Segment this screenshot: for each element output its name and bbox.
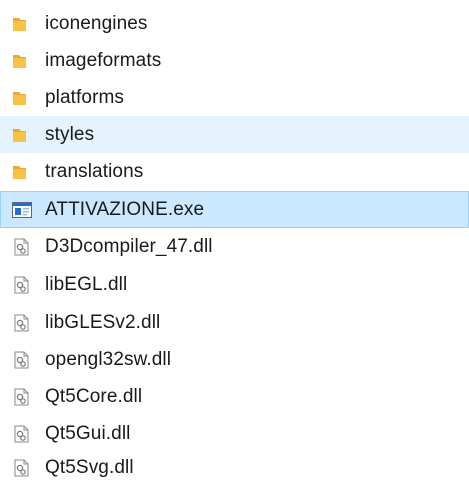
file-name: libGLESv2.dll [45,311,161,333]
file-name: opengl32sw.dll [45,348,172,370]
file-name: ATTIVAZIONE.exe [45,198,205,220]
file-name: libEGL.dll [45,273,128,295]
file-row-attivazione-exe[interactable]: ATTIVAZIONE.exe [0,191,469,228]
dll-icon [12,314,32,332]
file-row-opengl32sw[interactable]: opengl32sw.dll [0,341,469,378]
dll-icon [12,238,32,256]
file-row-qt5gui[interactable]: Qt5Gui.dll [0,415,469,452]
file-name: translations [45,160,144,182]
file-name: Qt5Gui.dll [45,422,131,444]
folder-icon [12,52,32,70]
file-row-iconengines[interactable]: iconengines [0,5,469,42]
dll-icon [12,459,32,477]
file-row-qt5svg[interactable]: Qt5Svg.dll [0,449,469,486]
file-row-styles[interactable]: styles [0,116,469,153]
file-row-imageformats[interactable]: imageformats [0,42,469,79]
dll-icon [12,425,32,443]
dll-icon [12,388,32,406]
file-row-translations[interactable]: translations [0,153,469,190]
file-name: platforms [45,86,125,108]
file-name: Qt5Svg.dll [45,456,134,478]
dll-icon [12,276,32,294]
folder-icon [12,15,32,33]
file-name: imageformats [45,49,162,71]
file-name: styles [45,123,95,145]
folder-icon [12,89,32,107]
dll-icon [12,351,32,369]
file-list: iconengines imageformats platforms style… [0,0,469,486]
file-name: iconengines [45,12,148,34]
file-name: Qt5Core.dll [45,385,143,407]
file-row-qt5core[interactable]: Qt5Core.dll [0,378,469,415]
file-row-libglesv2[interactable]: libGLESv2.dll [0,304,469,341]
folder-icon [12,126,32,144]
file-row-d3dcompiler[interactable]: D3Dcompiler_47.dll [0,228,469,265]
folder-icon [12,163,32,181]
application-icon [12,201,32,219]
file-row-platforms[interactable]: platforms [0,79,469,116]
file-row-libegl[interactable]: libEGL.dll [0,266,469,303]
file-name: D3Dcompiler_47.dll [45,235,213,257]
